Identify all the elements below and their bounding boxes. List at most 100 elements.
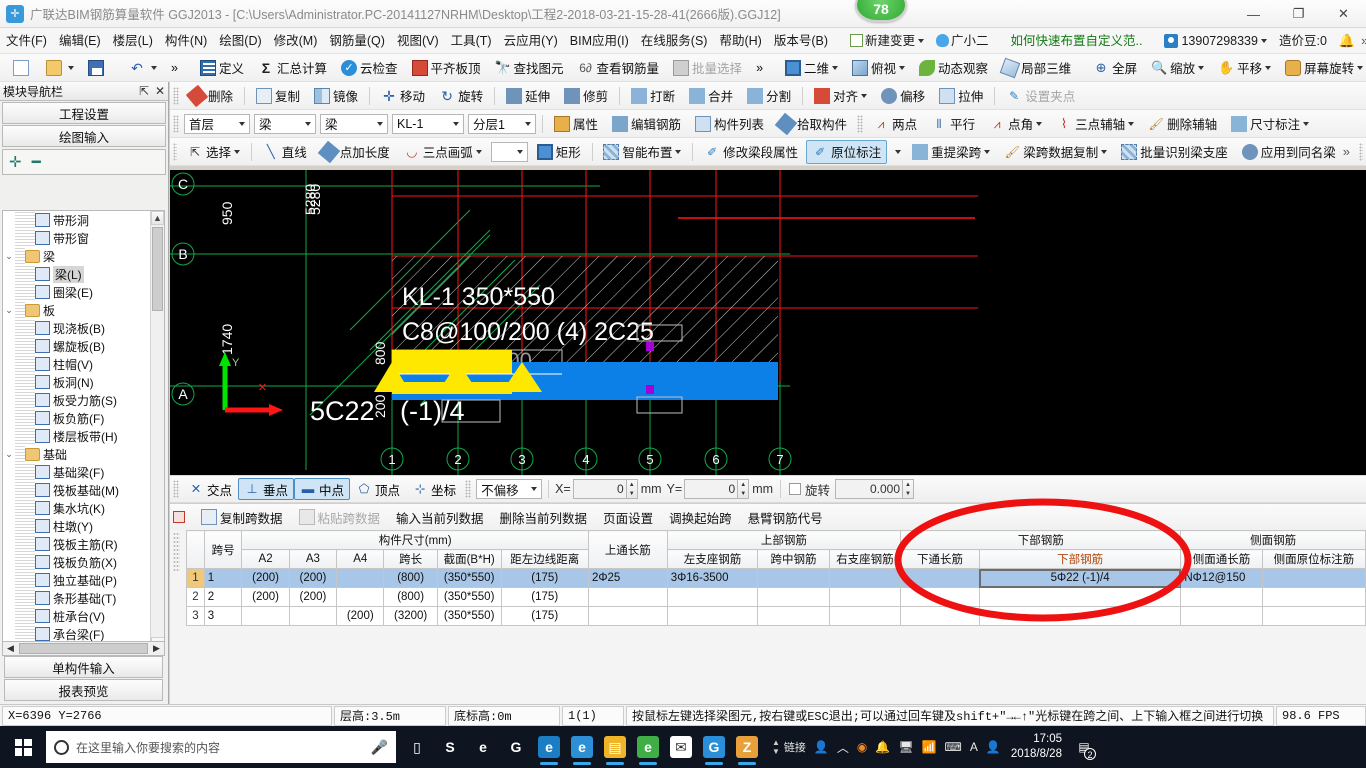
rotate-spinner[interactable]: ▲ ▼ [903, 479, 915, 499]
rotate-input[interactable]: 0.000 [835, 479, 904, 499]
find-element-button[interactable]: 🔭 查找图元 [489, 56, 570, 80]
tree-item-column-cap-icon[interactable]: 柱帽(V) [3, 355, 152, 373]
menu-component[interactable]: 构件(N) [159, 28, 213, 54]
tree-item-beam-icon[interactable]: 梁(L) [3, 265, 152, 283]
tree-horizontal-scrollbar[interactable]: ◀ ▶ [2, 641, 165, 656]
menu-rebar-qty[interactable]: 钢筋量(Q) [323, 28, 391, 54]
th-right-support-rebar[interactable]: 右支座钢筋 [828, 549, 902, 569]
sheet-side-grip[interactable] [170, 530, 185, 705]
user-blue-icon[interactable]: 👤 [986, 740, 1001, 754]
screen-icon[interactable]: 🖥 [898, 740, 913, 754]
tree-item-raft-foundation-icon[interactable]: 筏板基础(M) [3, 481, 152, 499]
menubar-overflow-button[interactable]: » [1361, 33, 1366, 48]
th-left-support-rebar[interactable]: 左支座钢筋 [666, 549, 759, 569]
three-point-arc-button[interactable]: ◡ 三点画弧 [398, 140, 488, 164]
edit-beam-segment-button[interactable]: ✐ 修改梁段属性 [698, 140, 804, 164]
th-section-bh[interactable]: 截面(B*H) [436, 549, 502, 569]
ggj-app-icon[interactable]: Z [732, 728, 762, 766]
th-bottom-rebar[interactable]: 下部钢筋 [978, 549, 1182, 569]
tree-toggle-icon[interactable]: ⌄ [3, 305, 15, 316]
pin-icon[interactable]: ⇱ [136, 84, 152, 98]
table-cell[interactable]: 1 [203, 568, 243, 588]
toolbar-gripper-2[interactable] [173, 86, 179, 105]
line-tool-button[interactable]: ╲ 直线 [257, 140, 313, 164]
tree-item-spiral-slab-icon[interactable]: 螺旋板(B) [3, 337, 152, 355]
table-cell[interactable]: (3200) [383, 606, 438, 626]
table-cell[interactable]: (200) [288, 587, 338, 607]
two-point-axis-button[interactable]: ⩘ 两点 [867, 112, 923, 136]
snap-intersection[interactable]: ✕ 交点 [182, 478, 238, 500]
th-a4[interactable]: A4 [336, 549, 385, 569]
copy-span-data-sheet-button[interactable]: 复制跨数据 [193, 506, 291, 528]
save-button[interactable] [82, 56, 113, 80]
snapbar-gripper-2[interactable] [465, 480, 472, 498]
rotate-checkbox[interactable] [789, 483, 802, 495]
tree-item-isolated-foundation-icon[interactable]: 独立基础(P) [3, 571, 152, 589]
th-a2[interactable]: A2 [241, 549, 290, 569]
microphone-icon[interactable]: 🎤 [371, 739, 388, 756]
tree-item-cast-slab-icon[interactable]: 现浇板(B) [3, 319, 152, 337]
th-span-no[interactable]: 跨号 [203, 530, 243, 569]
close-button[interactable]: ✕ [1321, 0, 1366, 28]
th-top-through-rebar[interactable]: 上通长筋 [587, 530, 668, 569]
th-side-through-rebar[interactable]: 侧面通长筋 [1180, 549, 1263, 569]
menu-cloud-app[interactable]: 云应用(Y) [498, 28, 564, 54]
offset-button[interactable]: 偏移 [875, 84, 931, 108]
parallel-axis-button[interactable]: ⫴ 平行 [925, 112, 981, 136]
table-cell[interactable] [336, 568, 385, 588]
table-cell[interactable]: 3Φ16-3500 [666, 568, 759, 588]
mail-icon[interactable]: ✉ [666, 728, 696, 766]
table-cell[interactable] [1261, 587, 1366, 607]
rotate-button[interactable]: ↻ 旋转 [433, 84, 489, 108]
offset-mode-select[interactable]: 不偏移 [476, 479, 543, 499]
point-length-button[interactable]: 点加长度 [315, 140, 396, 164]
tree-vertical-scrollbar[interactable]: ▲ ▼ [150, 211, 164, 651]
person-icon[interactable]: 👤 [814, 740, 829, 754]
menu-draw[interactable]: 绘图(D) [213, 28, 267, 54]
taskbar-clock[interactable]: 17:05 2018/8/28 [1011, 732, 1062, 762]
delete-current-column-button[interactable]: 删除当前列数据 [492, 506, 596, 528]
trim-button[interactable]: 修剪 [558, 84, 614, 108]
new-change-button[interactable]: 新建变更 [844, 28, 930, 54]
table-cell[interactable]: 2 [203, 587, 243, 607]
snap-coordinate[interactable]: ⊹ 坐标 [406, 478, 462, 500]
toolbar-overflow-mid[interactable]: » [750, 56, 769, 80]
cantilever-rebar-code-button[interactable]: 悬臂钢筋代号 [740, 506, 831, 528]
menu-file[interactable]: 文件(F) [0, 28, 53, 54]
orbit-button[interactable]: 动态观察 [913, 56, 994, 80]
define-button[interactable]: 定义 [194, 56, 250, 80]
single-component-input-button[interactable]: 单构件输入 [4, 656, 163, 678]
th-span-length[interactable]: 跨长 [383, 549, 438, 569]
project-settings-button[interactable]: 工程设置 [2, 102, 166, 124]
fullscreen-button[interactable]: ⊕ 全屏 [1087, 56, 1143, 80]
report-preview-button[interactable]: 报表预览 [4, 679, 163, 701]
close-icon[interactable]: ✕ [152, 84, 168, 98]
paste-span-data-button[interactable]: 粘贴跨数据 [291, 506, 389, 528]
apply-same-name-beam-button[interactable]: 应用到同名梁 [1236, 140, 1342, 164]
tree-item-folder-13[interactable]: ⌄ 基础 [3, 445, 152, 463]
tree-item-slab-hole-icon[interactable]: 板洞(N) [3, 373, 152, 391]
copy-span-data-button[interactable]: 🖌 梁跨数据复制 [998, 140, 1113, 164]
stretch-button[interactable]: 拉伸 [933, 84, 989, 108]
in-situ-annotation-dropdown[interactable] [889, 140, 904, 164]
th-dist-left-edge[interactable]: 距左边线距离 [500, 549, 589, 569]
pan-button[interactable]: ✋ 平移 [1212, 56, 1277, 80]
tree-item-folder-2[interactable]: ⌄ 梁 [3, 247, 152, 265]
table-cell[interactable] [978, 606, 1182, 626]
table-cell[interactable] [900, 568, 980, 588]
hscroll-thumb[interactable] [19, 643, 148, 654]
tree-item-ring-beam-icon[interactable]: 圈梁(E) [3, 283, 152, 301]
remove-icon[interactable]: ━ [32, 155, 41, 170]
re-extract-span-button[interactable]: 重提梁跨 [906, 140, 996, 164]
toolbar-gripper-5[interactable] [173, 142, 178, 161]
y-offset-spinner[interactable]: ▲ ▼ [738, 479, 750, 499]
table-cell[interactable] [587, 606, 668, 626]
menu-bim-app[interactable]: BIM应用(I) [564, 28, 635, 54]
table-cell[interactable] [666, 587, 759, 607]
table-cell[interactable] [1180, 587, 1263, 607]
table-cell[interactable]: (350*550) [436, 587, 502, 607]
table-cell[interactable]: (200) [241, 587, 290, 607]
extend-button[interactable]: 延伸 [500, 84, 556, 108]
member-select[interactable]: KL-1 [392, 113, 464, 134]
pick-component-button[interactable]: 拾取构件 [772, 112, 853, 136]
